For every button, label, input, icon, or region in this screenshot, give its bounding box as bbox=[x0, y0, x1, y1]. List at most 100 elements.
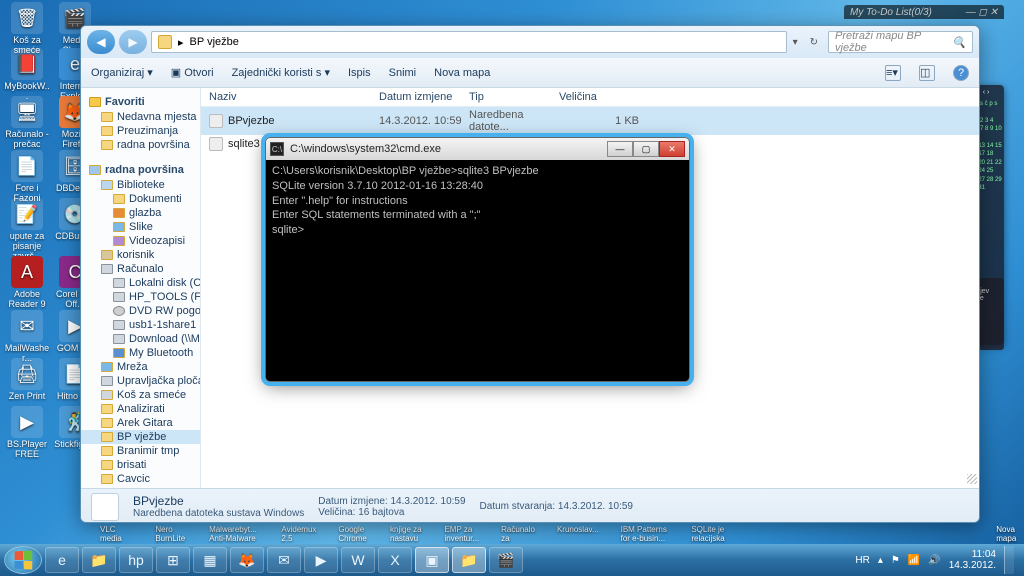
preview-pane-button[interactable]: ◫ bbox=[919, 65, 935, 81]
sidebar-item[interactable]: brisati bbox=[81, 458, 200, 472]
drive-icon bbox=[113, 278, 125, 288]
tray-lang[interactable]: HR bbox=[855, 555, 869, 566]
sidebar-item-current[interactable]: BP vježbe bbox=[81, 430, 200, 444]
tray-clock[interactable]: 11:04 14.3.2012. bbox=[949, 549, 996, 571]
drive-icon bbox=[113, 334, 125, 344]
taskbar-pin[interactable]: ▦ bbox=[193, 547, 227, 573]
sidebar-item[interactable]: Lokalni disk (C:) bbox=[81, 276, 200, 290]
folder-icon bbox=[101, 460, 113, 470]
video-icon bbox=[113, 236, 125, 246]
file-list-header[interactable]: Naziv Datum izmjene Tip Veličina bbox=[201, 88, 979, 107]
sidebar-item[interactable]: Preuzimanja bbox=[81, 124, 200, 138]
taskbar-pin[interactable]: hp bbox=[119, 547, 153, 573]
system-tray[interactable]: HR ▴ ⚑ 📶 🔊 11:04 14.3.2012. bbox=[855, 546, 1020, 574]
details-filename: BPvjezbe bbox=[133, 494, 304, 508]
details-filetype: Naredbena datoteka sustava Windows bbox=[133, 508, 304, 519]
start-button[interactable] bbox=[4, 546, 42, 574]
folder-icon bbox=[101, 404, 113, 414]
tray-flag-icon[interactable]: ⚑ bbox=[891, 555, 900, 566]
sidebar-item[interactable]: My Bluetooth bbox=[81, 346, 200, 360]
desktop-icon[interactable]: 🖨Zen Print bbox=[4, 358, 50, 402]
file-row[interactable]: BPvjezbe 14.3.2012. 10:59 Naredbena dato… bbox=[201, 107, 979, 135]
sidebar-item[interactable]: Arek Gitara bbox=[81, 416, 200, 430]
address-bar[interactable]: ▸ BP vježbe bbox=[151, 31, 787, 53]
desktop-icon[interactable]: ✉MailWasher... bbox=[4, 310, 50, 364]
desktop-icon bbox=[89, 165, 101, 175]
maximize-button[interactable]: ▢ bbox=[633, 141, 659, 157]
sidebar-item[interactable]: Koš za smeće bbox=[81, 388, 200, 402]
tray-chevron-icon[interactable]: ▴ bbox=[878, 555, 883, 566]
search-input[interactable]: Pretraži mapu BP vježbe 🔍 bbox=[828, 31, 973, 53]
taskbar-pin[interactable]: e bbox=[45, 547, 79, 573]
cmd-window: C:\ C:\windows\system32\cmd.exe — ▢ ✕ C:… bbox=[265, 137, 690, 382]
taskbar-pin[interactable]: ⊞ bbox=[156, 547, 190, 573]
nav-back-button[interactable]: ◀ bbox=[87, 30, 115, 54]
taskbar-pin[interactable]: W bbox=[341, 547, 375, 573]
print-button[interactable]: Ispis bbox=[348, 67, 371, 79]
drive-icon bbox=[113, 320, 125, 330]
folder-icon bbox=[113, 194, 125, 204]
nav-forward-button[interactable]: ▶ bbox=[119, 30, 147, 54]
refresh-icon[interactable]: ↻ bbox=[804, 37, 824, 48]
desktop-icon[interactable]: 📝upute za pisanje završ... bbox=[4, 198, 50, 262]
desktop-icon[interactable]: 📕MyBookW... bbox=[4, 48, 50, 102]
organize-button[interactable]: Organiziraj ▾ bbox=[91, 66, 153, 79]
explorer-titlebar[interactable]: ◀ ▶ ▸ BP vježbe ▾ ↻ Pretraži mapu BP vje… bbox=[81, 26, 979, 58]
sidebar-item[interactable]: radna površina bbox=[81, 138, 200, 152]
close-button[interactable]: ✕ bbox=[659, 141, 685, 157]
taskbar-explorer[interactable]: 📁 bbox=[452, 547, 486, 573]
view-button[interactable]: ≡▾ bbox=[885, 65, 901, 81]
show-desktop-button[interactable] bbox=[1004, 546, 1014, 574]
sidebar-item[interactable]: Branimir tmp bbox=[81, 444, 200, 458]
file-thumbnail bbox=[91, 493, 119, 521]
cmd-output[interactable]: C:\Users\korisnik\Desktop\BP vježbe>sqli… bbox=[266, 160, 689, 242]
taskbar-pin[interactable]: ✉ bbox=[267, 547, 301, 573]
minimize-button[interactable]: — bbox=[607, 141, 633, 157]
taskbar-pin[interactable]: 📁 bbox=[82, 547, 116, 573]
folder-icon bbox=[101, 418, 113, 428]
sidebar-item[interactable]: Mreža bbox=[81, 360, 200, 374]
explorer-toolbar: Organiziraj ▾ ▣ Otvori Zajednički korist… bbox=[81, 58, 979, 88]
drive-icon bbox=[113, 292, 125, 302]
sidebar-item[interactable]: korisnik bbox=[81, 248, 200, 262]
open-button[interactable]: ▣ Otvori bbox=[171, 66, 214, 79]
cmd-titlebar[interactable]: C:\ C:\windows\system32\cmd.exe — ▢ ✕ bbox=[266, 138, 689, 160]
computer-icon bbox=[101, 264, 113, 274]
tray-volume-icon[interactable]: 🔊 bbox=[928, 555, 940, 566]
desktop-icon[interactable]: 📄Fore i Fazoni bbox=[4, 150, 50, 204]
sidebar-item[interactable]: glazba bbox=[81, 206, 200, 220]
desktop-icon[interactable]: AAdobe Reader 9 bbox=[4, 256, 50, 310]
desktop-icon[interactable]: ▶BS.Player FREE bbox=[4, 406, 50, 460]
desktop-icon[interactable]: 🖥Računalo - prečac bbox=[4, 96, 50, 150]
sidebar-item[interactable]: cetvrta - bazepod bbox=[81, 486, 200, 488]
sidebar-item[interactable]: HP_TOOLS (F:) bbox=[81, 290, 200, 304]
sidebar-item[interactable]: Nedavna mjesta bbox=[81, 110, 200, 124]
newfolder-button[interactable]: Nova mapa bbox=[434, 67, 490, 79]
taskbar-pin[interactable]: 🎬 bbox=[489, 547, 523, 573]
sidebar-item[interactable]: Upravljačka ploča bbox=[81, 374, 200, 388]
taskbar-pin[interactable]: 🦊 bbox=[230, 547, 264, 573]
sidebar-item[interactable]: Videozapisi bbox=[81, 234, 200, 248]
sidebar-item[interactable]: usb1-1share1 (\\ bbox=[81, 318, 200, 332]
music-icon bbox=[113, 208, 125, 218]
sidebar-item[interactable]: Cavcic bbox=[81, 472, 200, 486]
explorer-sidebar[interactable]: Favoriti Nedavna mjesta Preuzimanja radn… bbox=[81, 88, 201, 488]
sidebar-item[interactable]: Analizirati bbox=[81, 402, 200, 416]
taskbar-cmd[interactable]: ▣ bbox=[415, 547, 449, 573]
pictures-icon bbox=[113, 222, 125, 232]
sidebar-item[interactable]: DVD RW pogon bbox=[81, 304, 200, 318]
sidebar-item[interactable]: Download (\\M bbox=[81, 332, 200, 346]
search-icon: 🔍 bbox=[952, 36, 966, 49]
todo-gadget-title[interactable]: My To-Do List(0/3)— ◻ ✕ bbox=[844, 5, 1004, 19]
tray-network-icon[interactable]: 📶 bbox=[908, 555, 920, 566]
taskbar-pin[interactable]: ▶ bbox=[304, 547, 338, 573]
burn-button[interactable]: Snimi bbox=[389, 67, 417, 79]
sidebar-item[interactable]: Biblioteke bbox=[81, 178, 200, 192]
sidebar-item[interactable]: Računalo bbox=[81, 262, 200, 276]
help-button[interactable]: ? bbox=[953, 65, 969, 81]
taskbar-pin[interactable]: X bbox=[378, 547, 412, 573]
sidebar-item[interactable]: Slike bbox=[81, 220, 200, 234]
sidebar-item[interactable]: Dokumenti bbox=[81, 192, 200, 206]
folder-icon bbox=[101, 432, 113, 442]
share-button[interactable]: Zajednički koristi s ▾ bbox=[232, 66, 330, 79]
